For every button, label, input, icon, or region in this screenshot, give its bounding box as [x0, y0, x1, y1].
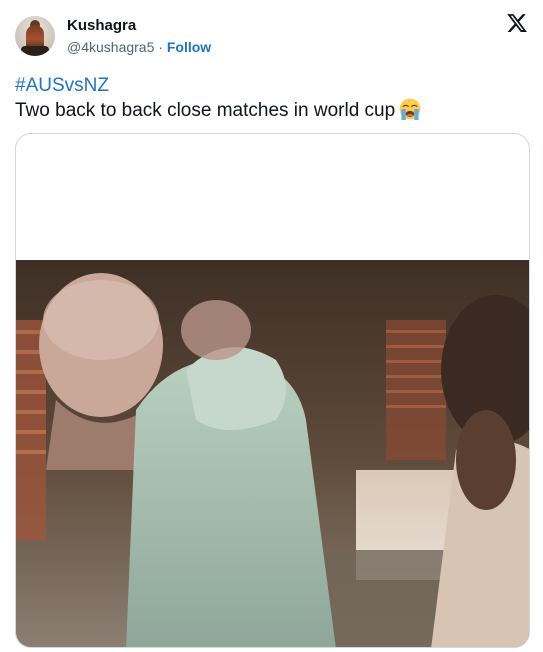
separator-dot: ·: [158, 38, 163, 55]
tweet-text: #AUSvsNZ Two back to back close matches …: [15, 74, 528, 123]
tweet-card: Kushagra @4kushagra5 · Follow #AUSvsNZ T…: [0, 0, 543, 652]
loudly-crying-face-icon: [399, 98, 421, 120]
hashtag-link[interactable]: #AUSvsNZ: [15, 74, 528, 98]
tweet-body-line: Two back to back close matches in world …: [15, 98, 528, 123]
x-logo-icon[interactable]: [506, 12, 528, 34]
author-handle[interactable]: @4kushagra5: [67, 39, 154, 55]
follow-button[interactable]: Follow: [167, 39, 211, 55]
video-player[interactable]: [15, 133, 530, 648]
window-blinds-right: [386, 320, 446, 460]
video-thumbnail[interactable]: [16, 260, 529, 647]
author-name[interactable]: Kushagra: [67, 16, 211, 35]
video-frame-scene: [16, 260, 529, 647]
tweet-header: Kushagra @4kushagra5 · Follow: [15, 10, 211, 62]
author-handle-row: @4kushagra5 · Follow: [67, 38, 211, 57]
avatar-figure-base: [21, 46, 49, 56]
avatar[interactable]: [15, 16, 55, 56]
author-identity: Kushagra @4kushagra5 · Follow: [67, 16, 211, 57]
tweet-body: Two back to back close matches in world …: [15, 100, 396, 121]
